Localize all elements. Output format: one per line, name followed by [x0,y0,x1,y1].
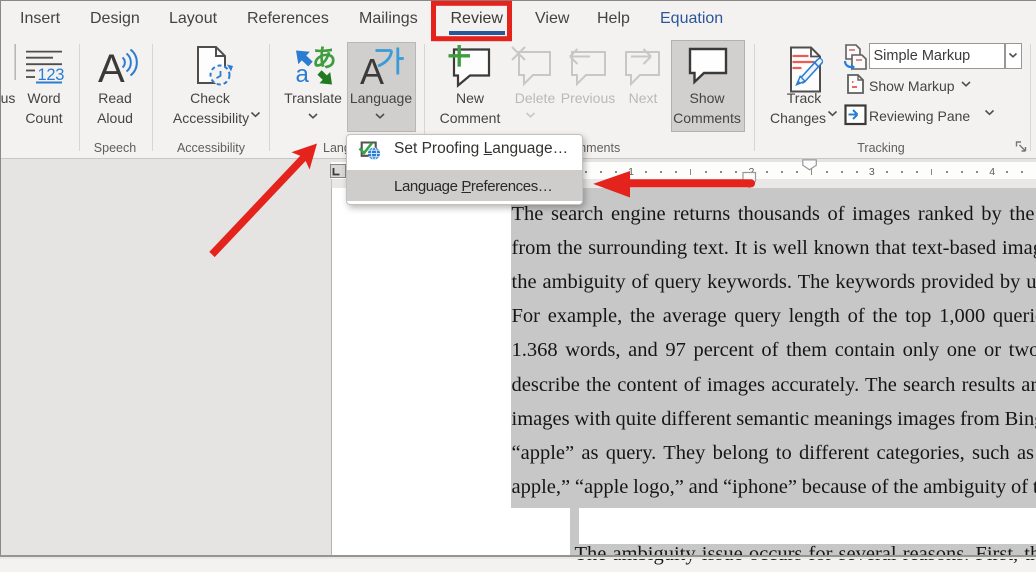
svg-text:あ: あ [312,46,337,73]
svg-text:A: A [98,47,125,91]
svg-text:123: 123 [38,66,65,84]
svg-text:a: a [296,61,310,88]
